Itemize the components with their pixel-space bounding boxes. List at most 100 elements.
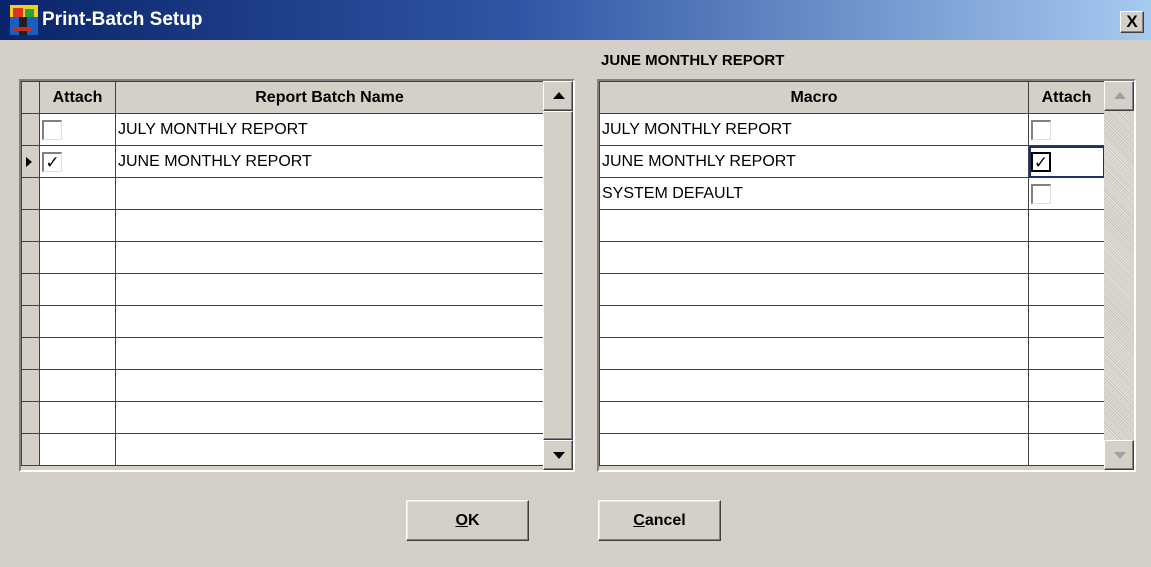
macro-grid-vertical-scrollbar[interactable]: [1104, 81, 1134, 470]
macro-attach-checkbox[interactable]: [1031, 120, 1051, 140]
table-row[interactable]: [21, 305, 544, 338]
table-row[interactable]: [21, 401, 544, 434]
macro-attach-cell[interactable]: [1028, 305, 1105, 338]
report-batch-name-cell[interactable]: [115, 401, 544, 434]
macro-name-cell[interactable]: [599, 305, 1029, 338]
table-row[interactable]: JUNE MONTHLY REPORT ✓: [599, 145, 1105, 178]
report-batch-grid[interactable]: Attach Report Batch Name JULY MONTHLY RE…: [19, 79, 575, 472]
row-indicator[interactable]: [21, 145, 40, 178]
attach-column-header[interactable]: Attach: [39, 81, 116, 114]
scroll-up-button[interactable]: [543, 81, 573, 111]
row-indicator[interactable]: [21, 273, 40, 306]
row-indicator[interactable]: [21, 177, 40, 210]
table-row[interactable]: [599, 209, 1105, 242]
report-batch-name-cell[interactable]: [115, 177, 544, 210]
table-row[interactable]: [599, 369, 1105, 402]
table-row[interactable]: [21, 209, 544, 242]
attach-cell[interactable]: [39, 433, 116, 466]
attach-cell[interactable]: [39, 177, 116, 210]
macro-attach-cell[interactable]: [1028, 113, 1105, 146]
report-batch-name-cell[interactable]: JULY MONTHLY REPORT: [115, 113, 544, 146]
table-row[interactable]: JULY MONTHLY REPORT: [21, 113, 544, 146]
report-batch-name-cell[interactable]: JUNE MONTHLY REPORT: [115, 145, 544, 178]
cancel-button[interactable]: Cancel: [598, 500, 721, 541]
title-bar[interactable]: Print-Batch Setup X: [0, 0, 1151, 40]
macro-attach-cell[interactable]: ✓: [1028, 145, 1105, 178]
table-row[interactable]: [21, 177, 544, 210]
attach-checkbox-checked[interactable]: ✓: [42, 152, 62, 172]
attach-cell[interactable]: [39, 401, 116, 434]
attach-checkbox[interactable]: [42, 120, 62, 140]
table-row[interactable]: [21, 369, 544, 402]
macro-attach-checkbox[interactable]: [1031, 184, 1051, 204]
close-button[interactable]: X: [1120, 11, 1144, 33]
macro-name-cell[interactable]: SYSTEM DEFAULT: [599, 177, 1029, 210]
macro-name-cell[interactable]: [599, 337, 1029, 370]
row-indicator[interactable]: [21, 241, 40, 274]
macro-attach-cell[interactable]: [1028, 177, 1105, 210]
macro-name-cell[interactable]: JUNE MONTHLY REPORT: [599, 145, 1029, 178]
macro-grid[interactable]: Macro Attach JULY MONTHLY REPORT JUNE MON…: [597, 79, 1136, 472]
table-row[interactable]: [599, 337, 1105, 370]
table-row[interactable]: [599, 305, 1105, 338]
scroll-thumb[interactable]: [543, 111, 573, 440]
macro-attach-cell[interactable]: [1028, 241, 1105, 274]
row-indicator[interactable]: [21, 401, 40, 434]
table-row[interactable]: [21, 337, 544, 370]
table-row[interactable]: [21, 273, 544, 306]
report-batch-name-cell[interactable]: [115, 305, 544, 338]
row-indicator[interactable]: [21, 209, 40, 242]
report-batch-name-cell[interactable]: [115, 273, 544, 306]
row-indicator[interactable]: [21, 337, 40, 370]
attach-cell[interactable]: [39, 273, 116, 306]
attach-cell[interactable]: [39, 113, 116, 146]
report-batch-name-column-header[interactable]: Report Batch Name: [115, 81, 544, 114]
macro-attach-cell[interactable]: [1028, 401, 1105, 434]
macro-column-header[interactable]: Macro: [599, 81, 1029, 114]
table-row[interactable]: [599, 401, 1105, 434]
report-batch-name-cell[interactable]: [115, 337, 544, 370]
table-row[interactable]: [21, 433, 544, 466]
batch-grid-vertical-scrollbar[interactable]: [543, 81, 573, 470]
row-indicator[interactable]: [21, 113, 40, 146]
row-indicator[interactable]: [21, 305, 40, 338]
table-row[interactable]: [599, 241, 1105, 274]
report-batch-name-cell[interactable]: [115, 369, 544, 402]
table-row[interactable]: [599, 433, 1105, 466]
macro-attach-cell[interactable]: [1028, 369, 1105, 402]
attach-cell[interactable]: [39, 241, 116, 274]
ok-button[interactable]: OK: [406, 500, 529, 541]
scroll-down-button[interactable]: [543, 440, 573, 470]
macro-name-cell[interactable]: JULY MONTHLY REPORT: [599, 113, 1029, 146]
macro-scroll-down-button[interactable]: [1104, 440, 1134, 470]
row-indicator[interactable]: [21, 433, 40, 466]
macro-name-cell[interactable]: [599, 241, 1029, 274]
macro-name-cell[interactable]: [599, 273, 1029, 306]
attach-cell[interactable]: [39, 209, 116, 242]
macro-attach-checkbox-checked[interactable]: ✓: [1031, 152, 1051, 172]
report-batch-name-cell[interactable]: [115, 433, 544, 466]
table-row[interactable]: [599, 273, 1105, 306]
attach-cell[interactable]: [39, 369, 116, 402]
table-row[interactable]: ✓ JUNE MONTHLY REPORT: [21, 145, 544, 178]
macro-attach-cell[interactable]: [1028, 337, 1105, 370]
table-row[interactable]: SYSTEM DEFAULT: [599, 177, 1105, 210]
macro-name-cell[interactable]: [599, 401, 1029, 434]
macro-attach-cell[interactable]: [1028, 273, 1105, 306]
attach-cell[interactable]: ✓: [39, 145, 116, 178]
arrow-down-icon: [1114, 452, 1126, 459]
macro-name-cell[interactable]: [599, 369, 1029, 402]
macro-attach-cell[interactable]: [1028, 209, 1105, 242]
row-indicator[interactable]: [21, 369, 40, 402]
report-batch-name-cell[interactable]: [115, 209, 544, 242]
report-batch-name-cell[interactable]: [115, 241, 544, 274]
table-row[interactable]: [21, 241, 544, 274]
macro-name-cell[interactable]: [599, 209, 1029, 242]
attach-cell[interactable]: [39, 305, 116, 338]
table-row[interactable]: JULY MONTHLY REPORT: [599, 113, 1105, 146]
attach-cell[interactable]: [39, 337, 116, 370]
macro-name-cell[interactable]: [599, 433, 1029, 466]
macro-attach-cell[interactable]: [1028, 433, 1105, 466]
macro-attach-column-header[interactable]: Attach: [1028, 81, 1105, 114]
macro-scroll-up-button[interactable]: [1104, 81, 1134, 111]
